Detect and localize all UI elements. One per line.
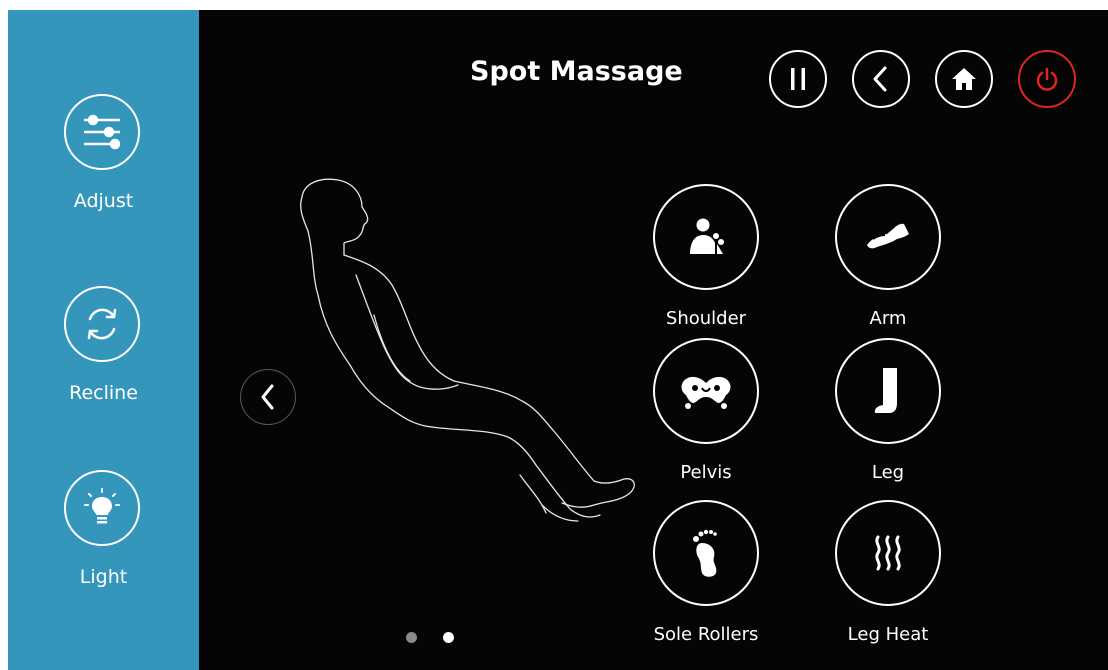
page-dot-1[interactable] xyxy=(406,632,417,643)
arm-button[interactable] xyxy=(835,184,941,290)
previous-page-button[interactable] xyxy=(240,369,296,425)
area-label: Pelvis xyxy=(680,462,732,483)
area-label: Arm xyxy=(869,308,907,329)
back-button[interactable] xyxy=(852,50,910,108)
pelvis-button[interactable] xyxy=(653,338,759,444)
recline-arrows-icon xyxy=(87,308,117,340)
leg-icon xyxy=(874,368,897,413)
page-dot-2[interactable] xyxy=(443,632,454,643)
leg-heat-button[interactable] xyxy=(835,500,941,606)
pause-button[interactable] xyxy=(769,50,827,108)
sliders-icon xyxy=(84,114,121,150)
sidebar-item-label: Adjust xyxy=(73,190,134,212)
home-icon xyxy=(952,68,976,90)
arm-icon xyxy=(867,223,909,249)
sidebar: Adjust Recline Light xyxy=(8,10,199,670)
area-label: Shoulder xyxy=(665,308,747,329)
recline-button[interactable] xyxy=(64,286,140,362)
leg-button[interactable] xyxy=(835,338,941,444)
pelvis-icon xyxy=(681,376,731,409)
sole-rollers-button[interactable] xyxy=(653,500,759,606)
body-outline-illustration xyxy=(300,178,635,522)
area-label: Leg xyxy=(871,462,905,483)
power-button[interactable] xyxy=(1018,50,1076,108)
area-label: Sole Rollers xyxy=(653,624,759,645)
shoulder-icon xyxy=(690,218,724,254)
area-label: Leg Heat xyxy=(847,624,929,645)
power-icon xyxy=(1036,67,1058,91)
pause-icon xyxy=(791,68,805,90)
foot-icon xyxy=(693,529,717,577)
sidebar-item-label: Light xyxy=(79,566,128,588)
home-button[interactable] xyxy=(935,50,993,108)
chevron-left-icon xyxy=(261,384,274,410)
light-button[interactable] xyxy=(64,470,140,546)
adjust-button[interactable] xyxy=(64,94,140,170)
sidebar-item-label: Recline xyxy=(69,382,138,404)
shoulder-button[interactable] xyxy=(653,184,759,290)
heat-icon xyxy=(875,535,901,571)
lightbulb-icon xyxy=(84,488,120,524)
page-title: Spot Massage xyxy=(470,56,683,87)
back-chevron-icon xyxy=(873,66,887,92)
